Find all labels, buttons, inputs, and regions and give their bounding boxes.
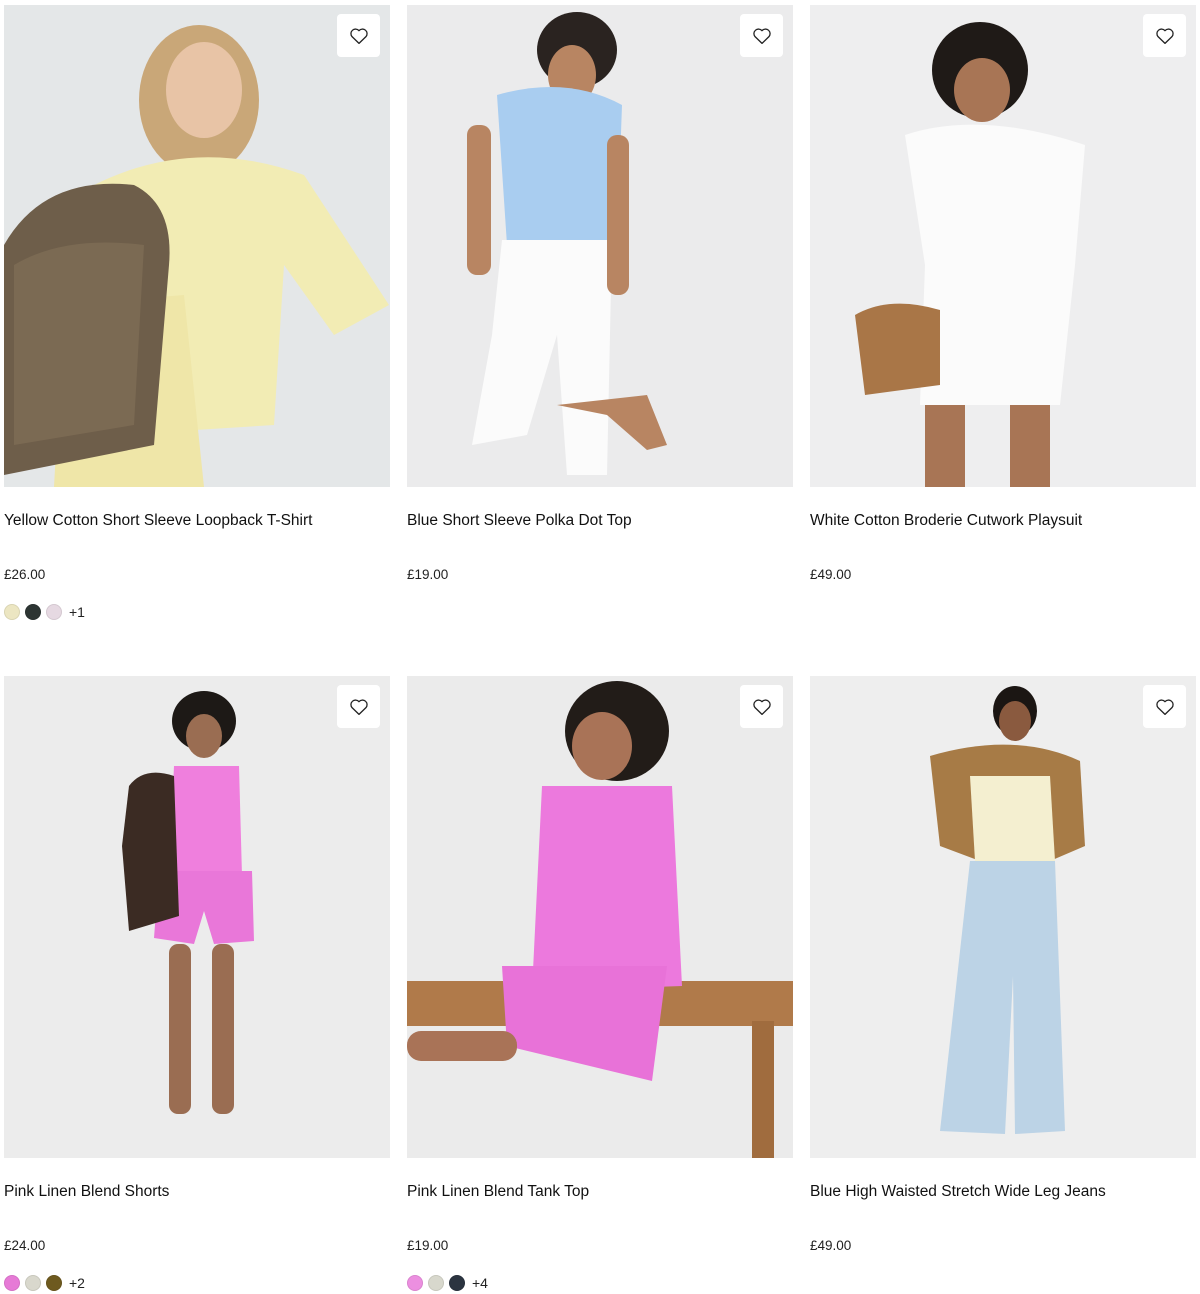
product-card[interactable]: Blue Short Sleeve Polka Dot Top £19.00 — [407, 5, 793, 582]
wishlist-button[interactable] — [1143, 685, 1186, 728]
product-image[interactable] — [407, 676, 793, 1158]
product-card[interactable]: White Cotton Broderie Cutwork Playsuit £… — [810, 5, 1196, 582]
product-price: £19.00 — [407, 1238, 449, 1253]
heart-icon — [1155, 698, 1174, 715]
product-price: £26.00 — [4, 567, 46, 582]
product-photo-pink-shorts — [4, 676, 390, 1158]
color-swatch[interactable] — [407, 1275, 423, 1291]
product-photo-white-playsuit — [810, 5, 1196, 487]
color-swatch[interactable] — [46, 604, 62, 620]
more-colors-count[interactable]: +4 — [472, 1275, 488, 1291]
product-photo-polka-dot-top — [407, 5, 793, 487]
product-title[interactable]: Blue Short Sleeve Polka Dot Top — [407, 511, 632, 531]
product-card[interactable]: Yellow Cotton Short Sleeve Loopback T-Sh… — [4, 5, 390, 620]
product-card[interactable]: Pink Linen Blend Tank Top £19.00 +4 — [407, 676, 793, 1291]
product-photo-yellow-tshirt — [4, 5, 390, 487]
product-image[interactable] — [810, 5, 1196, 487]
product-title[interactable]: Yellow Cotton Short Sleeve Loopback T-Sh… — [4, 511, 312, 531]
wishlist-button[interactable] — [1143, 14, 1186, 57]
wishlist-button[interactable] — [337, 14, 380, 57]
product-price: £49.00 — [810, 1238, 852, 1253]
product-price: £49.00 — [810, 567, 852, 582]
more-colors-count[interactable]: +1 — [69, 604, 85, 620]
product-card[interactable]: Blue High Waisted Stretch Wide Leg Jeans… — [810, 676, 1196, 1253]
product-image[interactable] — [4, 676, 390, 1158]
product-title[interactable]: Blue High Waisted Stretch Wide Leg Jeans — [810, 1182, 1106, 1202]
color-swatch[interactable] — [25, 1275, 41, 1291]
product-image[interactable] — [407, 5, 793, 487]
color-swatch[interactable] — [4, 604, 20, 620]
product-title[interactable]: Pink Linen Blend Tank Top — [407, 1182, 589, 1202]
heart-icon — [1155, 27, 1174, 44]
color-swatches: +4 — [407, 1275, 488, 1291]
wishlist-button[interactable] — [337, 685, 380, 728]
color-swatch[interactable] — [4, 1275, 20, 1291]
heart-icon — [349, 27, 368, 44]
product-grid: Yellow Cotton Short Sleeve Loopback T-Sh… — [0, 0, 1200, 1294]
product-card[interactable]: Pink Linen Blend Shorts £24.00 +2 — [4, 676, 390, 1291]
product-price: £19.00 — [407, 567, 449, 582]
wishlist-button[interactable] — [740, 14, 783, 57]
product-title[interactable]: White Cotton Broderie Cutwork Playsuit — [810, 511, 1082, 531]
color-swatch[interactable] — [449, 1275, 465, 1291]
heart-icon — [349, 698, 368, 715]
product-image[interactable] — [4, 5, 390, 487]
color-swatch[interactable] — [25, 604, 41, 620]
color-swatch[interactable] — [428, 1275, 444, 1291]
product-photo-pink-tank-top — [407, 676, 793, 1158]
product-photo-wide-leg-jeans — [810, 676, 1196, 1158]
product-image[interactable] — [810, 676, 1196, 1158]
product-price: £24.00 — [4, 1238, 46, 1253]
heart-icon — [752, 698, 771, 715]
color-swatches: +1 — [4, 604, 85, 620]
more-colors-count[interactable]: +2 — [69, 1275, 85, 1291]
wishlist-button[interactable] — [740, 685, 783, 728]
color-swatch[interactable] — [46, 1275, 62, 1291]
heart-icon — [752, 27, 771, 44]
color-swatches: +2 — [4, 1275, 85, 1291]
product-title[interactable]: Pink Linen Blend Shorts — [4, 1182, 169, 1202]
